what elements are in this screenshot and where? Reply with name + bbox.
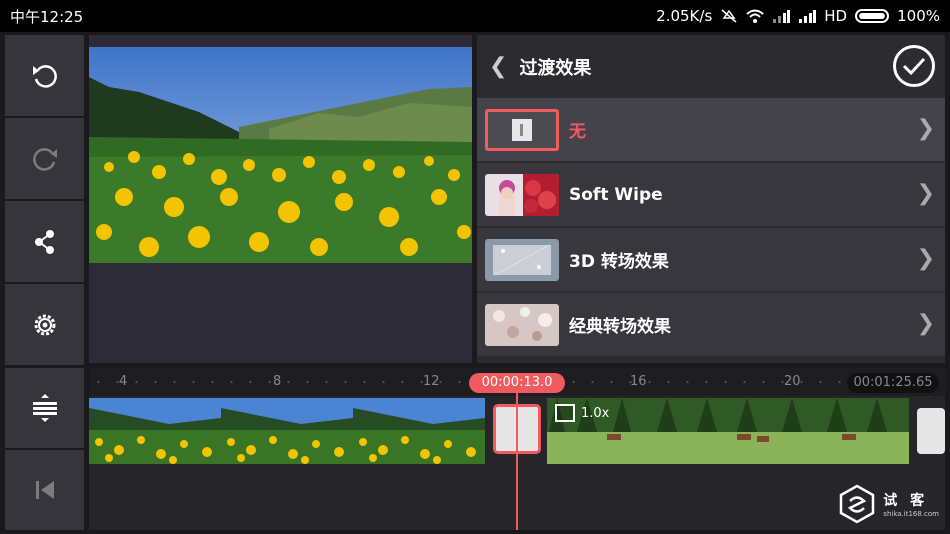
time-ruler[interactable]: 4 8 12 16 20 00:00:13.0 00:01:25.65 [89,368,945,396]
chevron-right-icon: ❯ [916,116,935,141]
transition-label: 经典转场效果 [569,317,671,337]
watermark: 试 客 shika.it168.com [837,484,939,524]
panel-header: ❮ 过渡效果 [477,35,945,98]
transition-panel: ❮ 过渡效果 无 ❯ Soft Wipe ❯ 3D 转场效果 ❯ 经典转场效果 … [477,35,945,363]
signal-icon-2 [799,10,817,23]
signal-icon [773,10,791,23]
check-icon [902,57,926,76]
transition-item-classic[interactable]: 经典转场效果 ❯ [477,293,945,356]
share-icon [34,229,54,254]
share-button[interactable] [5,201,84,282]
transition-thumb-none [485,108,559,151]
battery-level: 100% [897,7,940,25]
settings-button[interactable] [5,284,84,365]
preview-image [89,47,472,263]
chevron-right-icon: ❯ [916,181,935,206]
chevron-right-icon: ❯ [916,246,935,271]
track-adjust-button[interactable] [5,368,84,448]
transition-label: 无 [569,122,586,142]
video-clip-2[interactable]: 1.0x [547,398,909,464]
gear-icon [34,314,55,335]
redo-icon [32,147,57,171]
timeline[interactable]: 4 8 12 16 20 00:00:13.0 00:01:25.65 1.0x… [89,368,945,530]
ruler-tick: 20 [784,374,801,389]
transition-label: 3D 转场效果 [569,252,669,272]
transition-list: 无 ❯ Soft Wipe ❯ 3D 转场效果 ❯ 经典转场效果 ❯ [477,98,945,356]
timeline-toolbar [5,368,84,530]
watermark-logo-icon [840,484,875,524]
watermark-text: 试 客 [883,493,929,509]
status-time: 中午12:25 [10,7,84,26]
video-clip-1[interactable] [89,398,487,464]
transition-item-3d[interactable]: 3D 转场效果 ❯ [477,228,945,291]
network-speed: 2.05K/s [656,7,713,25]
undo-button[interactable] [5,35,84,116]
next-transition-slot[interactable] [917,408,945,454]
redo-button[interactable] [5,118,84,199]
transition-item-none[interactable]: 无 ❯ [477,98,945,161]
chevron-right-icon: ❯ [916,311,935,336]
track-adjust-icon [32,394,57,422]
watermark-sub: shika.it168.com [883,510,939,518]
current-time-badge: 00:00:13.0 [469,373,565,393]
ruler-tick: 8 [273,374,282,389]
video-preview [89,35,472,363]
ruler-tick: 16 [630,374,647,389]
playhead[interactable] [516,393,518,530]
transition-label: Soft Wipe [569,184,663,205]
transition-thumb-3d [485,238,559,281]
confirm-button[interactable] [893,45,935,87]
battery-icon [855,9,890,23]
wifi-icon [746,9,764,23]
clip-speed-label: 1.0x [581,405,610,421]
none-icon [512,118,532,141]
panel-title: 过渡效果 [519,57,592,79]
network-type: HD [824,7,848,25]
back-chevron-icon[interactable]: ❮ [489,54,507,79]
transition-item-soft-wipe[interactable]: Soft Wipe ❯ [477,163,945,226]
status-bar: 中午12:25 2.05K/s HD 100% [0,0,950,32]
undo-icon [32,64,57,88]
ruler-tick: 4 [119,374,128,389]
ruler-tick: 12 [423,374,440,389]
clip-frame-icon [555,404,575,422]
skip-start-icon [35,481,54,499]
transition-thumb-soft-wipe [485,173,559,216]
transition-thumb-classic [485,303,559,346]
clip-speed-indicator: 1.0x [555,404,609,422]
jump-start-button[interactable] [5,450,84,530]
mute-icon [721,9,737,23]
left-toolbar [5,35,84,365]
total-time-badge: 00:01:25.65 [847,373,939,393]
